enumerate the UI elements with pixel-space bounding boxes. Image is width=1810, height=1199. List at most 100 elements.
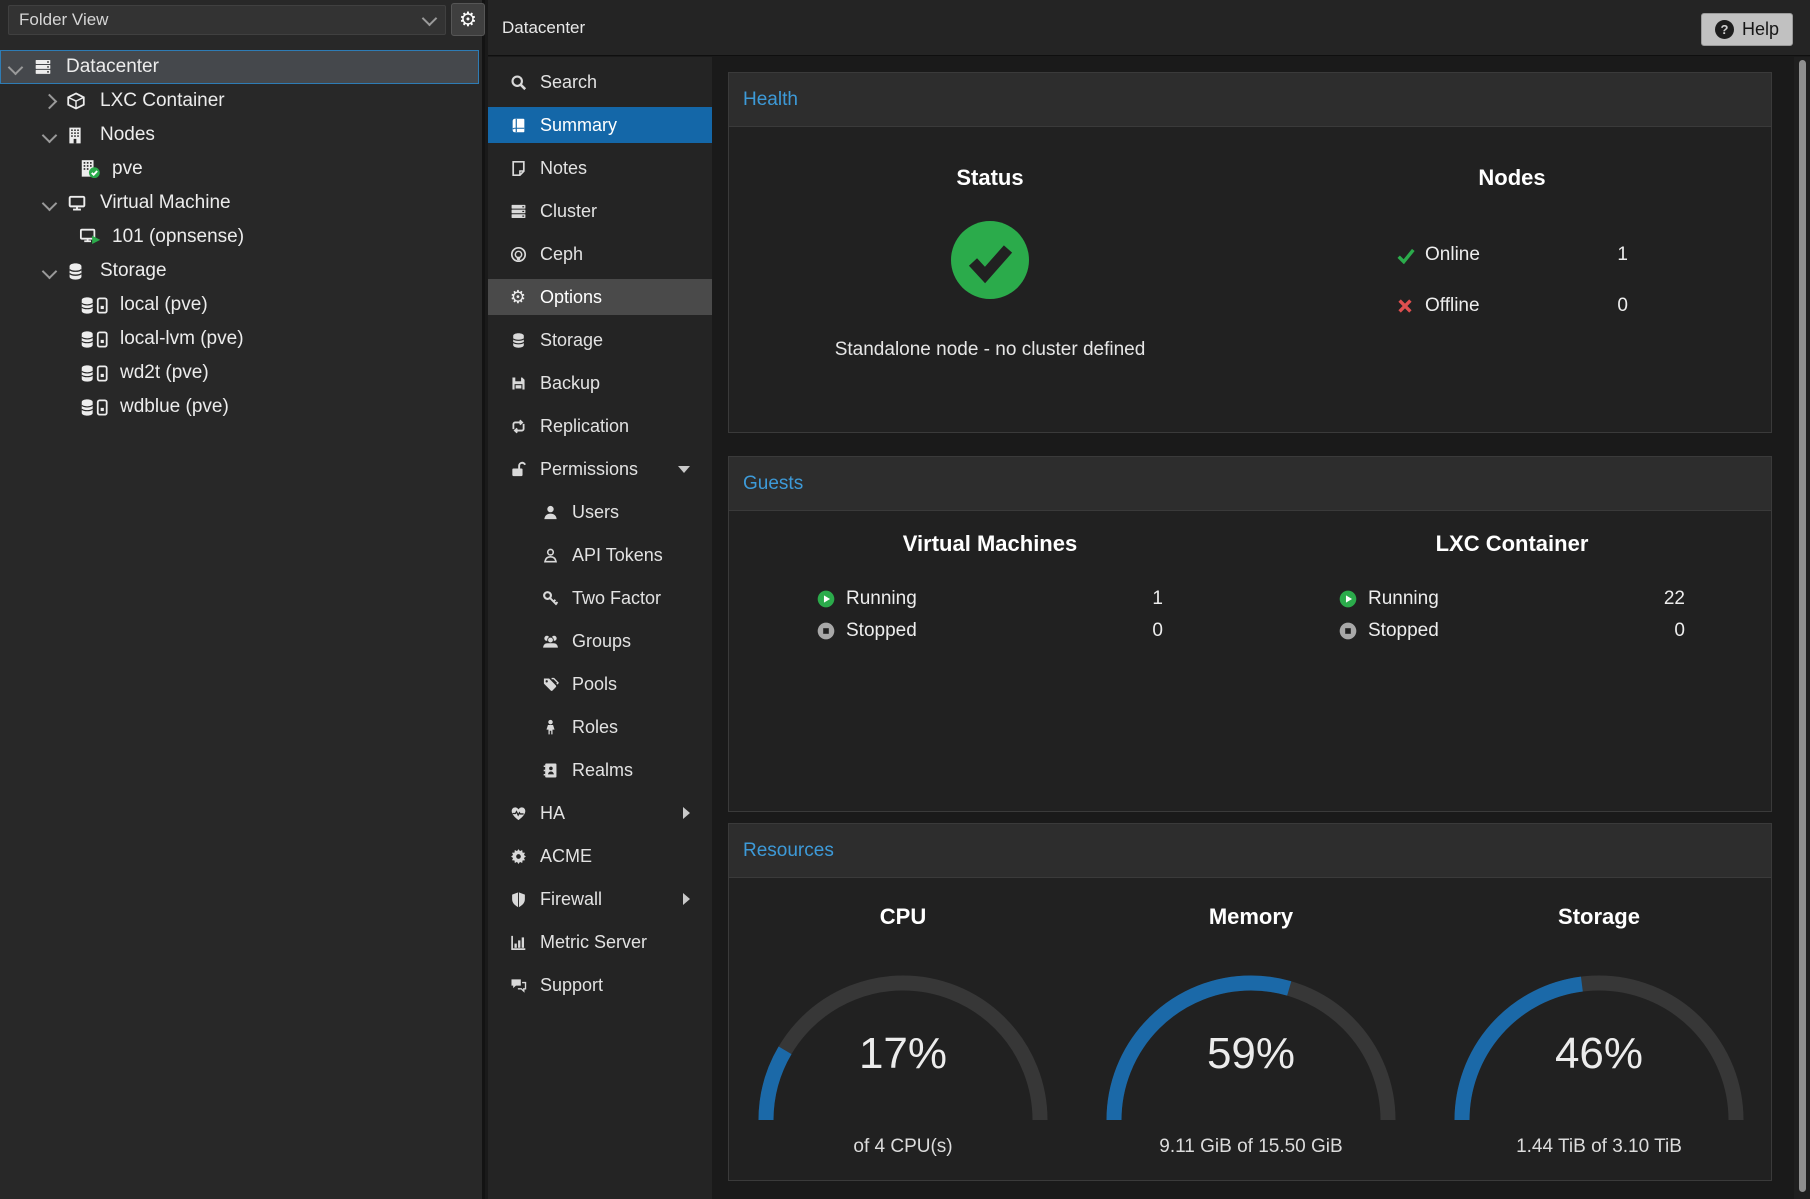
menu-item-two-factor[interactable]: Two Factor bbox=[488, 580, 712, 616]
storage-disk-icon bbox=[78, 330, 120, 349]
lxc-stopped-value: 0 bbox=[1674, 620, 1685, 642]
lxc-stopped-row: Stopped 0 bbox=[1339, 615, 1685, 647]
vm-running-value: 1 bbox=[1152, 588, 1163, 610]
tree-item-pve[interactable]: pve bbox=[0, 152, 479, 186]
database-icon bbox=[66, 262, 100, 281]
menu-item-replication[interactable]: Replication bbox=[488, 408, 712, 444]
menu-item-metric-server[interactable]: Metric Server bbox=[488, 924, 712, 960]
check-icon bbox=[1396, 245, 1416, 265]
stopped-icon bbox=[1339, 621, 1359, 641]
users-icon bbox=[540, 633, 560, 650]
resources-panel-header: Resources bbox=[729, 824, 1771, 878]
menu-item-summary[interactable]: Summary bbox=[488, 107, 712, 143]
storage-heading: Storage bbox=[1425, 904, 1773, 930]
resource-tree: Datacenter LXC Container Nodes bbox=[0, 50, 479, 424]
menu-item-api-tokens[interactable]: API Tokens bbox=[488, 537, 712, 573]
caret-down-icon[interactable] bbox=[678, 466, 690, 473]
menu-item-groups[interactable]: Groups bbox=[488, 623, 712, 659]
menu-item-notes[interactable]: Notes bbox=[488, 150, 712, 186]
vm-rows: Running 1 Stopped 0 bbox=[817, 583, 1163, 647]
cpu-heading: CPU bbox=[729, 904, 1077, 930]
tree-item-storage-wdblue[interactable]: wdblue (pve) bbox=[0, 390, 479, 424]
menu-item-firewall[interactable]: Firewall bbox=[488, 881, 712, 917]
tree-item-label: Nodes bbox=[100, 124, 155, 146]
tree-item-nodes[interactable]: Nodes bbox=[0, 118, 479, 152]
monitor-icon bbox=[66, 194, 100, 212]
status-message: Standalone node - no cluster defined bbox=[729, 339, 1251, 361]
chevron-right-icon[interactable] bbox=[44, 96, 66, 107]
burst-icon bbox=[508, 848, 528, 865]
memory-gauge: 59% 9.11 GiB of 15.50 GiB bbox=[1101, 971, 1401, 1151]
storage-gauge: 46% 1.44 TiB of 3.10 TiB bbox=[1449, 971, 1749, 1151]
vm-stopped-value: 0 bbox=[1152, 620, 1163, 642]
chevron-down-icon[interactable] bbox=[44, 130, 66, 141]
proxmox-window: Folder View ⚙ Datacenter LXC Container bbox=[0, 0, 1810, 1199]
menu-item-cluster[interactable]: Cluster bbox=[488, 193, 712, 229]
resources-title: Resources bbox=[743, 840, 834, 862]
storage-disk-icon bbox=[78, 398, 120, 417]
tree-item-vm-101[interactable]: 101 (opnsense) bbox=[0, 220, 479, 254]
ceph-icon bbox=[508, 246, 528, 263]
chevron-down-icon[interactable] bbox=[44, 198, 66, 209]
menu-item-options[interactable]: ⚙ Options bbox=[488, 279, 712, 315]
help-button-label: Help bbox=[1742, 19, 1779, 40]
tree-item-storage-local[interactable]: local (pve) bbox=[0, 288, 479, 322]
stopped-label: Stopped bbox=[846, 620, 917, 642]
vertical-scrollbar[interactable] bbox=[1794, 57, 1810, 1199]
chevron-down-icon[interactable] bbox=[44, 266, 66, 277]
vm-stopped-row: Stopped 0 bbox=[817, 615, 1163, 647]
storage-disk-icon bbox=[78, 364, 120, 383]
view-mode-select[interactable]: Folder View bbox=[8, 5, 446, 35]
offline-label: Offline bbox=[1425, 295, 1480, 317]
chevron-down-icon bbox=[422, 10, 438, 26]
scrollbar-thumb[interactable] bbox=[1799, 60, 1806, 1192]
menu-item-search[interactable]: Search bbox=[488, 64, 712, 100]
cpu-column: CPU 17% of 4 CPU(s) bbox=[729, 878, 1077, 1181]
chart-icon bbox=[508, 934, 528, 951]
menu-item-roles[interactable]: Roles bbox=[488, 709, 712, 745]
help-button[interactable]: ? Help bbox=[1701, 13, 1793, 46]
tree-item-label: wd2t (pve) bbox=[120, 362, 209, 384]
tree-item-lxc-container[interactable]: LXC Container bbox=[0, 84, 479, 118]
gear-icon: ⚙ bbox=[508, 287, 528, 308]
tree-item-storage[interactable]: Storage bbox=[0, 254, 479, 288]
tree-item-datacenter[interactable]: Datacenter bbox=[0, 50, 479, 84]
resource-tree-panel: Folder View ⚙ Datacenter LXC Container bbox=[0, 0, 485, 1199]
running-label: Running bbox=[1368, 588, 1439, 610]
menu-item-ha[interactable]: HA bbox=[488, 795, 712, 831]
tree-item-storage-wd2t[interactable]: wd2t (pve) bbox=[0, 356, 479, 390]
tree-item-virtual-machine[interactable]: Virtual Machine bbox=[0, 186, 479, 220]
caret-right-icon[interactable] bbox=[683, 807, 690, 819]
nodes-online-row: Online 1 bbox=[1396, 238, 1628, 272]
menu-item-storage[interactable]: Storage bbox=[488, 322, 712, 358]
person-icon bbox=[540, 719, 560, 736]
menu-item-ceph[interactable]: Ceph bbox=[488, 236, 712, 272]
page-title: Datacenter bbox=[502, 0, 585, 56]
content-header-bar: Datacenter ? Help bbox=[488, 0, 1810, 56]
tree-item-storage-local-lvm[interactable]: local-lvm (pve) bbox=[0, 322, 479, 356]
storage-disk-icon bbox=[78, 296, 120, 315]
status-column: Status Standalone node - no cluster defi… bbox=[729, 127, 1251, 433]
chevron-down-icon[interactable] bbox=[10, 62, 32, 73]
running-icon bbox=[817, 589, 837, 609]
storage-caption: 1.44 TiB of 3.10 TiB bbox=[1449, 1136, 1749, 1158]
caret-right-icon[interactable] bbox=[683, 893, 690, 905]
menu-item-users[interactable]: Users bbox=[488, 494, 712, 530]
tree-item-label: local (pve) bbox=[120, 294, 208, 316]
tree-settings-button[interactable]: ⚙ bbox=[451, 3, 485, 36]
menu-item-realms[interactable]: Realms bbox=[488, 752, 712, 788]
menu-item-backup[interactable]: Backup bbox=[488, 365, 712, 401]
menu-item-support[interactable]: Support bbox=[488, 967, 712, 1003]
resources-panel: Resources CPU 17% of 4 CPU(s) Memory bbox=[728, 823, 1772, 1181]
menu-item-pools[interactable]: Pools bbox=[488, 666, 712, 702]
menu-item-acme[interactable]: ACME bbox=[488, 838, 712, 874]
cube-icon bbox=[66, 92, 100, 110]
stopped-icon bbox=[817, 621, 837, 641]
nodes-heading: Nodes bbox=[1251, 165, 1773, 191]
lxc-running-value: 22 bbox=[1664, 588, 1685, 610]
address-book-icon bbox=[540, 762, 560, 779]
key-icon bbox=[540, 590, 560, 607]
menu-item-permissions[interactable]: Permissions bbox=[488, 451, 712, 487]
online-label: Online bbox=[1425, 244, 1480, 266]
nodes-column: Nodes Online 1 Offline 0 bbox=[1251, 127, 1773, 433]
